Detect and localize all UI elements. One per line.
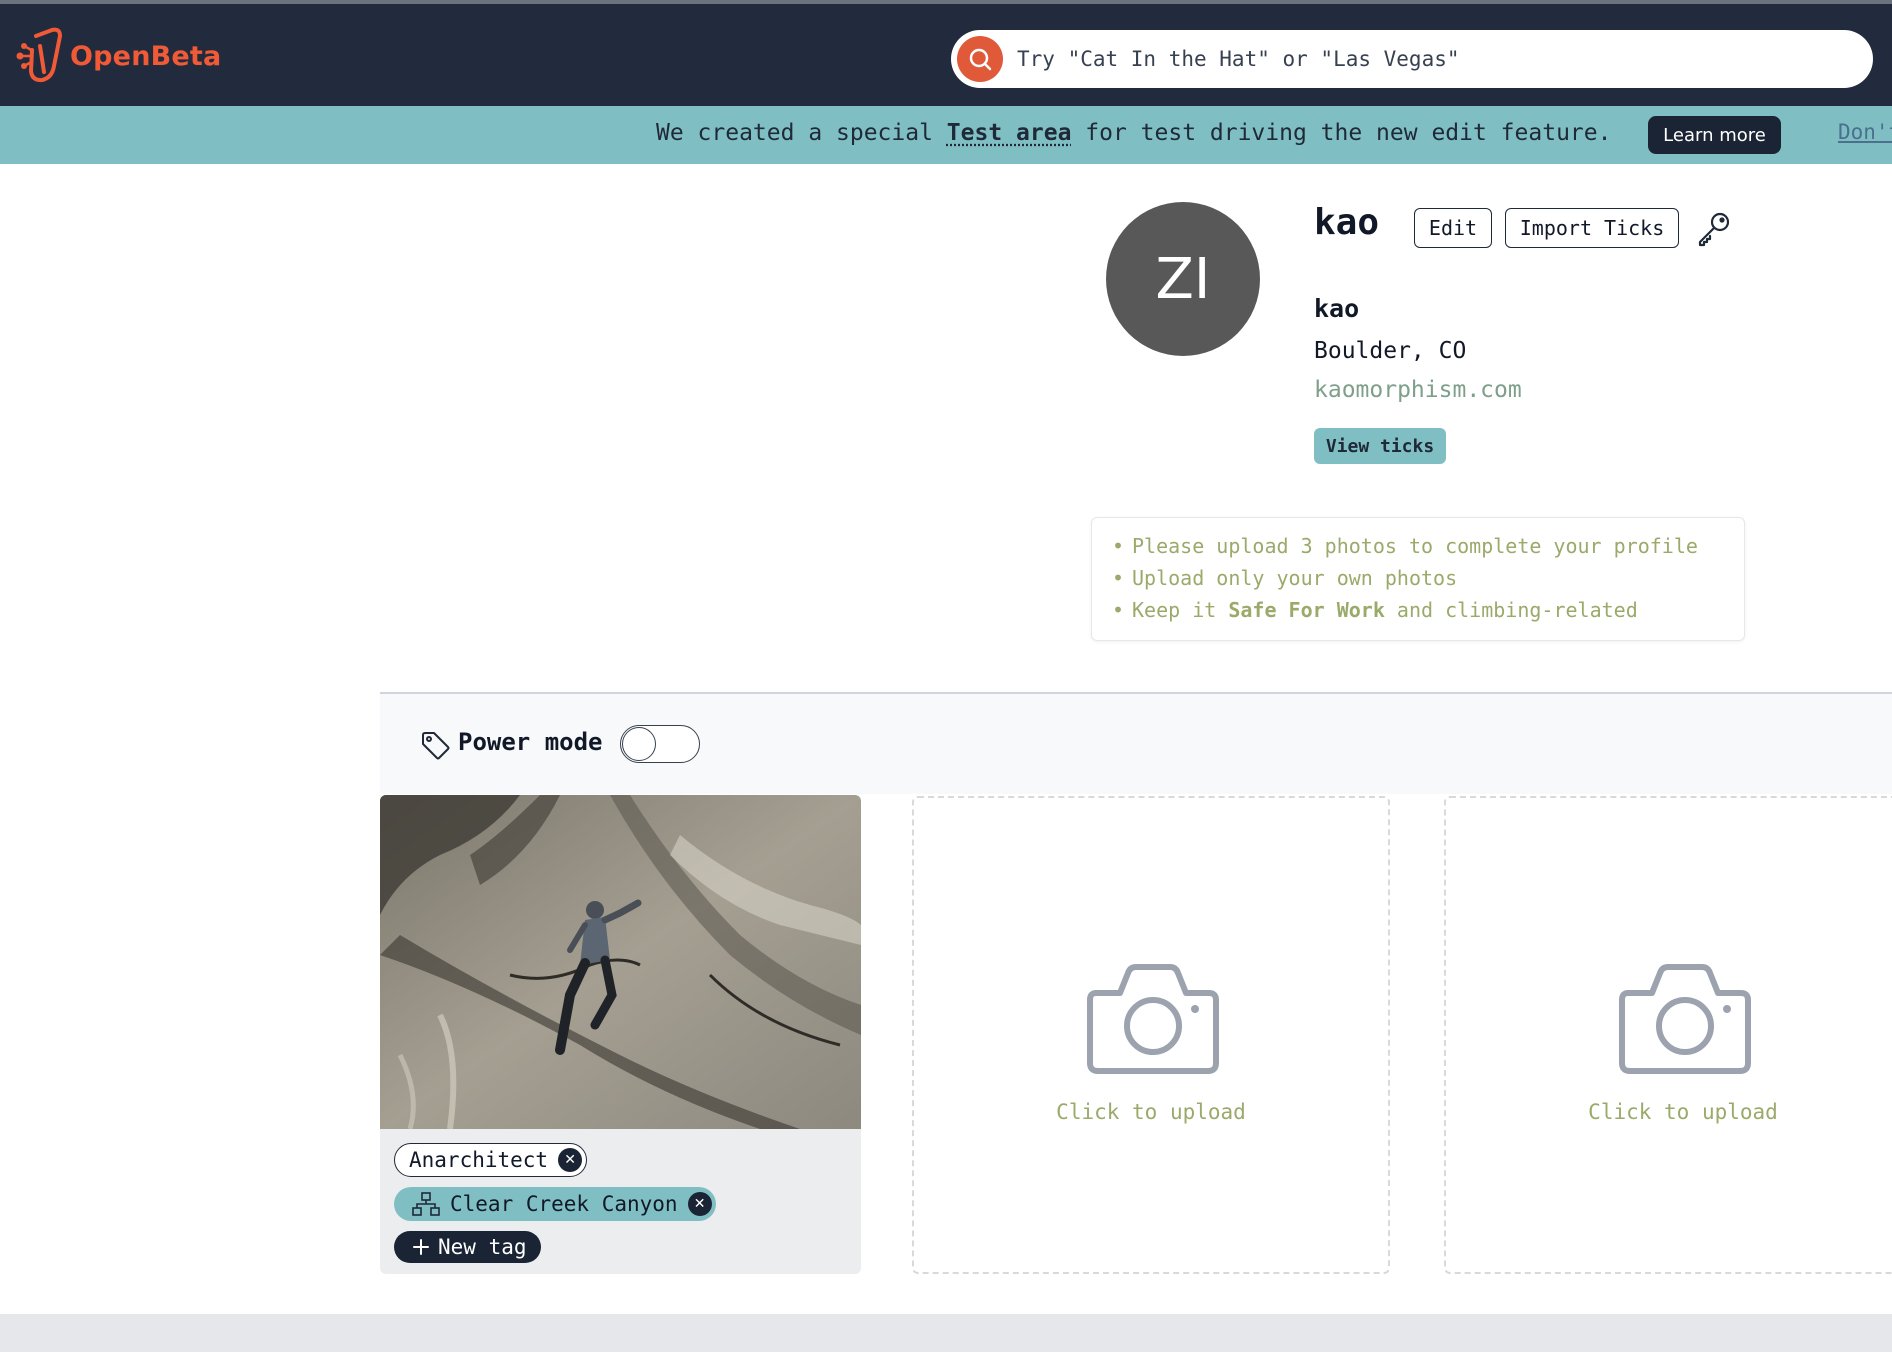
profile-display-name: kao — [1314, 294, 1360, 323]
tag-icon — [422, 732, 450, 760]
footer-strip — [0, 1314, 1892, 1352]
search-bar[interactable]: Try "Cat In the Hat" or "Las Vegas" — [951, 30, 1873, 88]
plus-icon — [413, 1239, 429, 1255]
user-tag-label: Anarchitect — [409, 1148, 549, 1172]
upload-slot[interactable]: Click to upload — [912, 796, 1390, 1274]
upload-label: Click to upload — [1056, 1100, 1246, 1124]
profile-location: Boulder, CO — [1314, 338, 1467, 364]
guideline-item: Please upload 3 photos to complete your … — [1112, 530, 1744, 562]
photo-card[interactable]: Anarchitect ✕ Clear Creek Canyon ✕ New t… — [380, 795, 861, 1274]
new-tag-label: New tag — [438, 1235, 527, 1259]
top-navbar: OpenBeta Try "Cat In the Hat" or "Las Ve… — [0, 4, 1892, 106]
profile-website-link[interactable]: kaomorphism.com — [1314, 377, 1522, 403]
user-tag-chip[interactable]: Anarchitect ✕ — [394, 1143, 588, 1177]
camera-icon — [1619, 964, 1751, 1074]
upload-guidelines: Please upload 3 photos to complete your … — [1091, 517, 1745, 641]
upload-slot[interactable]: Click to upload — [1444, 796, 1892, 1274]
toggle-knob — [622, 727, 656, 761]
banner-message: We created a special Test area for test … — [656, 120, 1612, 146]
dismiss-banner-link[interactable]: Don't — [1838, 120, 1892, 144]
power-mode-bar — [380, 694, 1892, 794]
logo-carabiner-icon — [16, 27, 62, 83]
area-hierarchy-icon — [412, 1192, 440, 1216]
power-mode-label: Power mode — [458, 728, 603, 756]
camera-icon — [1087, 964, 1219, 1074]
power-mode-toggle[interactable] — [620, 725, 700, 763]
remove-tag-icon[interactable]: ✕ — [558, 1148, 583, 1172]
profile-username: kao — [1314, 202, 1380, 243]
photo-tags-area: Anarchitect ✕ Clear Creek Canyon ✕ New t… — [380, 1129, 861, 1274]
climbing-photo[interactable] — [380, 795, 861, 1129]
logo-text: OpenBeta — [70, 40, 222, 72]
search-button[interactable] — [957, 36, 1003, 82]
avatar: ZI — [1106, 202, 1260, 356]
search-input[interactable]: Try "Cat In the Hat" or "Las Vegas" — [1017, 47, 1460, 71]
remove-tag-icon[interactable]: ✕ — [687, 1192, 712, 1216]
guideline-item: Keep it Safe For Work and climbing-relat… — [1112, 594, 1744, 626]
import-ticks-button[interactable]: Import Ticks — [1505, 208, 1679, 248]
key-icon[interactable] — [1694, 210, 1732, 248]
view-ticks-button[interactable]: View ticks — [1314, 428, 1446, 464]
search-icon — [969, 48, 992, 71]
new-tag-button[interactable]: New tag — [394, 1231, 541, 1263]
guideline-item: Upload only your own photos — [1112, 562, 1744, 594]
openbeta-logo[interactable]: OpenBeta — [14, 24, 221, 88]
edit-profile-button[interactable]: Edit — [1414, 208, 1492, 248]
area-tag-chip[interactable]: Clear Creek Canyon ✕ — [394, 1187, 716, 1221]
area-tag-label: Clear Creek Canyon — [450, 1192, 678, 1216]
learn-more-button[interactable]: Learn more — [1648, 116, 1781, 154]
upload-label: Click to upload — [1588, 1100, 1778, 1124]
announcement-banner: We created a special Test area for test … — [0, 106, 1892, 164]
test-area-link[interactable]: Test area — [947, 120, 1072, 146]
avatar-initials: ZI — [1155, 246, 1211, 312]
